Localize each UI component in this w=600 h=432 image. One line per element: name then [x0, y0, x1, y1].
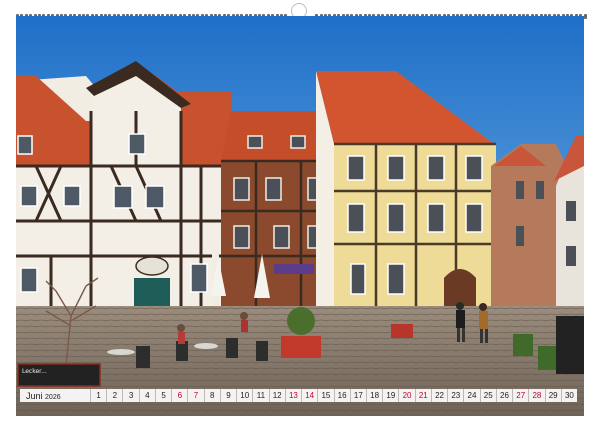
- calendar-strip: Juni 2026 1 2 3 4 5 6 7 8 9 10 11 12 13 14 15 16 17 18 19 2…: [20, 389, 577, 402]
- binding-ring: [583, 14, 587, 19]
- calendar-day: 5: [154, 389, 171, 402]
- calendar-day: 23: [447, 389, 463, 402]
- calendar-days: 1 2 3 4 5 6 7 8 9 10 11 12 13 14 15 16 17 18 19 20 21 22 23 24 2…: [90, 389, 577, 402]
- calendar-day: 7: [187, 389, 203, 402]
- calendar-day: 10: [236, 389, 252, 402]
- calendar-day: 18: [365, 389, 382, 402]
- calendar-day: 8: [203, 389, 220, 402]
- calendar-day: 2: [106, 389, 122, 402]
- cafe-sign-text: Lecker...: [22, 368, 47, 375]
- calendar-day: 13: [284, 389, 301, 402]
- calendar-day: 24: [463, 389, 479, 402]
- calendar-day: 29: [544, 389, 561, 402]
- calendar-day: 19: [382, 389, 398, 402]
- calendar-day: 30: [560, 389, 577, 402]
- calendar-day: 15: [317, 389, 333, 402]
- calendar-day: 6: [171, 389, 187, 402]
- calendar-day: 1: [90, 389, 106, 402]
- calendar-photo: Lecker...: [16, 16, 584, 416]
- year-label: 2026: [45, 393, 61, 401]
- half-timbered-house-left: [16, 61, 231, 316]
- calendar-day: 3: [122, 389, 138, 402]
- calendar-day: 16: [333, 389, 350, 402]
- calendar-day: 27: [512, 389, 528, 402]
- calendar-day: 4: [138, 389, 155, 402]
- calendar-day: 26: [495, 389, 512, 402]
- month-name: Juni: [26, 390, 43, 401]
- right-houses: [491, 136, 584, 316]
- month-label: Juni 2026: [20, 391, 90, 401]
- calendar-day: 22: [430, 389, 447, 402]
- calendar-day: 28: [528, 389, 544, 402]
- calendar-day: 9: [219, 389, 236, 402]
- calendar-day: 20: [398, 389, 414, 402]
- calendar-day: 17: [349, 389, 366, 402]
- calendar-day: 11: [252, 389, 268, 402]
- calendar-day: 14: [301, 389, 317, 402]
- calendar-day: 21: [414, 389, 431, 402]
- calendar-day: 12: [268, 389, 285, 402]
- calendar-day: 25: [479, 389, 496, 402]
